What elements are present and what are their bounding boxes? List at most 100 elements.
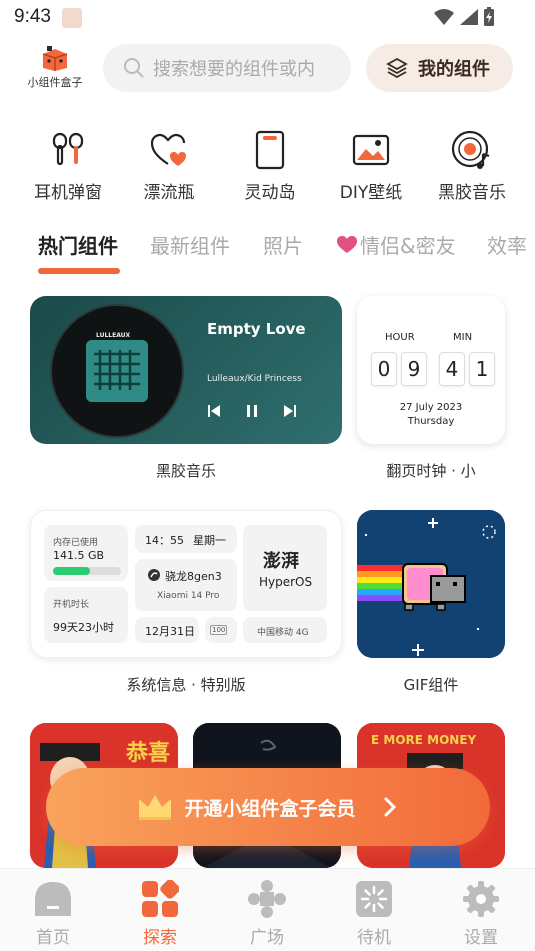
clock-date: 27 July 2023 bbox=[399, 402, 463, 413]
widget-caption-vinyl: 黑胶音乐 bbox=[155, 462, 216, 480]
tab-couples[interactable]: 情侣&密友 bbox=[336, 230, 456, 259]
clock-digit: 0 bbox=[371, 352, 397, 386]
category-diy-wallpaper[interactable]: DIY壁纸 bbox=[323, 128, 419, 203]
widget-card-gif[interactable] bbox=[357, 510, 505, 658]
status-time: 9:43 bbox=[14, 6, 51, 27]
tab-latest[interactable]: 最新组件 bbox=[150, 230, 230, 259]
search-input[interactable]: 搜索想要的组件或内 bbox=[103, 44, 351, 92]
category-row: 耳机弹窗 漂流瓶 灵动岛 DIY壁纸 黑胶音乐 bbox=[20, 128, 520, 203]
nav-settings[interactable]: 设置 bbox=[446, 879, 516, 948]
crown-icon bbox=[139, 795, 172, 820]
category-label: 黑胶音乐 bbox=[438, 183, 506, 203]
nav-label: 广场 bbox=[250, 928, 284, 948]
status-bar: 9:43 bbox=[0, 0, 535, 36]
nav-label: 首页 bbox=[36, 928, 70, 948]
nyan-cat-image bbox=[357, 510, 505, 658]
widget-card-system-info[interactable]: 内存已使用 141.5 GB 开机时长 99天23小时 14：55 星期一 骁龙… bbox=[30, 510, 342, 658]
category-dynamic-island[interactable]: 灵动岛 bbox=[222, 128, 318, 203]
date-tile: 12月31日 bbox=[135, 617, 199, 643]
category-earbuds[interactable]: 耳机弹窗 bbox=[20, 128, 116, 203]
chip-tile: 骁龙8gen3 Xiaomi 14 Pro bbox=[135, 559, 237, 611]
signal-icon bbox=[460, 9, 478, 25]
storage-bar-fill bbox=[53, 567, 91, 575]
my-widgets-label: 我的组件 bbox=[418, 59, 490, 80]
phone-island-icon bbox=[255, 130, 285, 170]
tab-hot[interactable]: 热门组件 bbox=[38, 230, 118, 259]
category-label: 耳机弹窗 bbox=[34, 183, 102, 203]
pause-icon[interactable] bbox=[245, 404, 259, 418]
album-cover bbox=[86, 340, 148, 402]
widget-caption-clock: 翻页时钟 · 小 bbox=[386, 462, 476, 480]
tab-photos[interactable]: 照片 bbox=[263, 230, 303, 259]
album-text: LULLEAUX bbox=[96, 332, 131, 339]
bottom-navigation: 首页 探索 广场 待机 设置 bbox=[0, 868, 535, 951]
nav-label: 探索 bbox=[143, 928, 177, 948]
song-title: Empty Love bbox=[207, 320, 306, 338]
vip-banner-button[interactable]: 开通小组件盒子会员 bbox=[46, 768, 490, 846]
fortune-text: 恭喜 bbox=[126, 741, 171, 766]
widget-card-vinyl-music[interactable]: LULLEAUX Empty Love Lulleaux/Kid Princes… bbox=[30, 296, 342, 444]
app-logo[interactable]: 小组件盒子 bbox=[20, 46, 90, 94]
battery-level: 100 bbox=[210, 625, 228, 635]
carrier-name: 中国移动 4G bbox=[257, 628, 309, 638]
clock-weekday: Thursday bbox=[407, 416, 455, 427]
tab-efficiency[interactable]: 效率 bbox=[487, 230, 535, 259]
os-brand-cn: 澎湃 bbox=[263, 551, 299, 572]
sys-time: 14：55 bbox=[145, 534, 184, 547]
category-drift-bottle[interactable]: 漂流瓶 bbox=[121, 128, 217, 203]
vip-banner-label: 开通小组件盒子会员 bbox=[184, 797, 356, 820]
chip-name: 骁龙8gen3 bbox=[165, 570, 222, 583]
storage-label: 内存已使用 bbox=[53, 538, 99, 548]
time-tile: 14：55 星期一 bbox=[135, 525, 237, 553]
storage-value: 141.5 GB bbox=[53, 549, 105, 562]
tab-bar: 热门组件 最新组件 照片 情侣&密友 效率 bbox=[0, 222, 535, 276]
sys-weekday: 星期一 bbox=[193, 534, 226, 547]
nav-explore[interactable]: 探索 bbox=[125, 879, 195, 948]
category-vinyl-music[interactable]: 黑胶音乐 bbox=[424, 128, 520, 203]
category-label: 灵动岛 bbox=[244, 183, 296, 203]
status-icons bbox=[433, 7, 495, 27]
logo-label: 小组件盒子 bbox=[27, 76, 83, 89]
widget-card-flip-clock[interactable]: HOUR MIN 0 9 4 1 27 July 2023 Thursday bbox=[357, 296, 505, 444]
os-brand: HyperOS bbox=[259, 575, 313, 589]
sys-date: 12月31日 bbox=[145, 625, 195, 638]
nav-label: 设置 bbox=[464, 928, 498, 948]
next-icon[interactable] bbox=[283, 404, 297, 418]
min-label: MIN bbox=[453, 332, 473, 343]
heart-cup-icon bbox=[150, 133, 186, 166]
search-icon bbox=[124, 58, 144, 78]
chip-logo-icon bbox=[148, 569, 160, 581]
chevron-right-icon bbox=[384, 797, 396, 817]
widget-caption-sysinfo: 系统信息 · 特别版 bbox=[126, 676, 246, 694]
category-label: 漂流瓶 bbox=[143, 183, 195, 203]
home-icon bbox=[35, 882, 71, 916]
widget-box-icon bbox=[40, 46, 70, 72]
widget-caption-gif: GIF组件 bbox=[403, 676, 459, 694]
nav-home[interactable]: 首页 bbox=[18, 879, 88, 948]
explore-icon bbox=[142, 880, 179, 917]
layers-icon bbox=[386, 57, 408, 79]
search-placeholder: 搜索想要的组件或内 bbox=[153, 59, 315, 80]
previous-icon[interactable] bbox=[207, 404, 221, 418]
nav-plaza[interactable]: 广场 bbox=[232, 879, 302, 948]
uptime-tile: 开机时长 99天23小时 bbox=[44, 587, 128, 643]
nav-label: 待机 bbox=[357, 928, 391, 948]
wifi-icon bbox=[434, 9, 454, 25]
storage-tile: 内存已使用 141.5 GB bbox=[44, 525, 128, 581]
my-widgets-button[interactable]: 我的组件 bbox=[366, 44, 513, 92]
battery-icon bbox=[484, 7, 494, 26]
fortune-text-2: E MORE MONEY bbox=[371, 733, 477, 747]
battery-tile: 100 bbox=[205, 617, 237, 643]
wallpaper-icon bbox=[352, 134, 390, 166]
tab-couples-label: 情侣&密友 bbox=[360, 234, 456, 258]
clock-digit: 9 bbox=[401, 352, 427, 386]
heart-icon bbox=[337, 235, 357, 253]
clock-digit: 4 bbox=[439, 352, 465, 386]
nav-standby[interactable]: 待机 bbox=[339, 879, 409, 948]
tab-active-indicator bbox=[38, 268, 120, 274]
device-name: Xiaomi 14 Pro bbox=[157, 591, 220, 601]
category-label: DIY壁纸 bbox=[339, 183, 403, 203]
vinyl-record: LULLEAUX bbox=[52, 306, 182, 436]
vinyl-icon bbox=[451, 130, 490, 169]
storage-bar bbox=[53, 567, 121, 575]
